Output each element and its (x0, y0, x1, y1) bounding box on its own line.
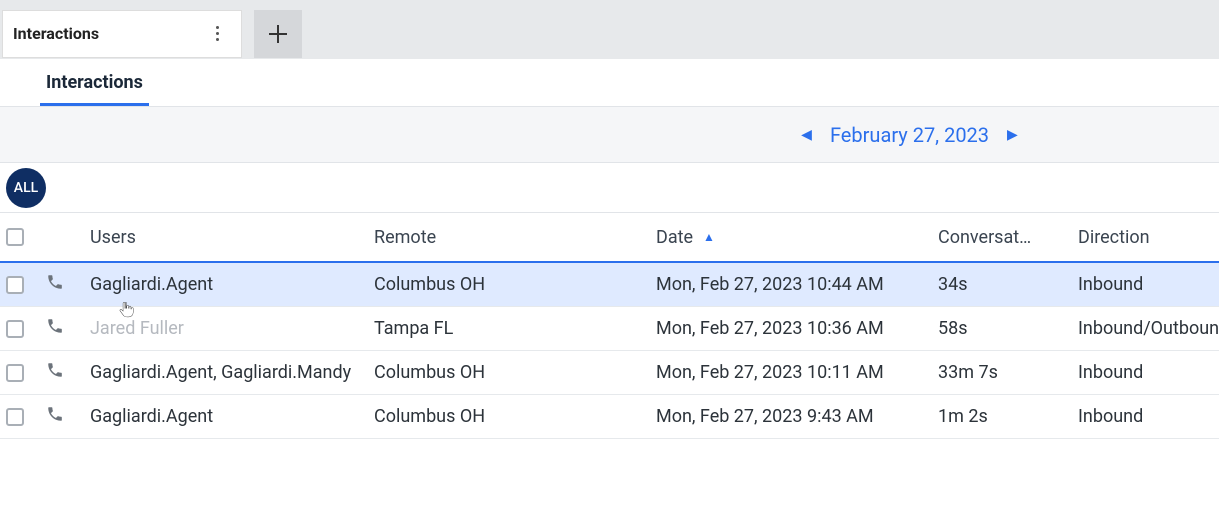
phone-icon (46, 361, 64, 379)
phone-icon (46, 273, 64, 291)
row-checkbox[interactable] (6, 408, 24, 426)
phone-icon (46, 317, 64, 335)
header-date-label: Date (656, 227, 693, 248)
row-checkbox[interactable] (6, 364, 24, 382)
cell-remote: Tampa FL (374, 318, 656, 339)
interaction-type-cell (46, 273, 90, 296)
table-row[interactable]: Gagliardi.Agent, Gagliardi.MandyColumbus… (0, 351, 1219, 395)
cell-conversation: 34s (938, 274, 1078, 295)
cell-conversation: 1m 2s (938, 406, 1078, 427)
cell-date: Mon, Feb 27, 2023 9:43 AM (656, 406, 938, 427)
interaction-type-cell (46, 361, 90, 384)
filter-row: ALL (0, 163, 1219, 213)
document-tab[interactable]: Interactions (2, 10, 242, 58)
cell-direction: Inbound (1078, 362, 1218, 383)
cell-users: Jared Fuller (90, 318, 374, 339)
cell-direction: Inbound (1078, 406, 1218, 427)
interaction-type-cell (46, 317, 90, 340)
table-row[interactable]: Gagliardi.AgentColumbus OHMon, Feb 27, 2… (0, 395, 1219, 439)
document-tab-title: Interactions (13, 24, 99, 43)
date-prev-icon[interactable]: ◀ (801, 127, 812, 143)
header-checkbox-cell (6, 228, 46, 246)
plus-icon (268, 24, 288, 44)
row-checkbox[interactable] (6, 276, 24, 294)
add-tab-button[interactable] (254, 10, 302, 58)
header-remote[interactable]: Remote (374, 227, 656, 248)
cell-users: Gagliardi.Agent (90, 406, 374, 427)
cell-conversation: 33m 7s (938, 362, 1078, 383)
date-next-icon[interactable]: ▶ (1007, 127, 1018, 143)
row-checkbox-cell (6, 276, 46, 294)
subtab-bar: Interactions (0, 59, 1219, 107)
cell-date: Mon, Feb 27, 2023 10:36 AM (656, 318, 938, 339)
row-checkbox-cell (6, 320, 46, 338)
sort-ascending-icon: ▲ (703, 230, 715, 244)
table-row[interactable]: Jared FullerTampa FLMon, Feb 27, 2023 10… (0, 307, 1219, 351)
date-label[interactable]: February 27, 2023 (830, 123, 989, 147)
tab-interactions[interactable]: Interactions (40, 60, 149, 106)
cell-users: Gagliardi.Agent (90, 274, 374, 295)
row-checkbox-cell (6, 364, 46, 382)
header-date[interactable]: Date ▲ (656, 227, 938, 248)
row-checkbox[interactable] (6, 320, 24, 338)
cell-direction: Inbound (1078, 274, 1218, 295)
cell-direction: Inbound/Outbound (1078, 318, 1218, 339)
cell-remote: Columbus OH (374, 406, 656, 427)
cell-date: Mon, Feb 27, 2023 10:44 AM (656, 274, 938, 295)
more-icon[interactable] (207, 26, 227, 41)
cell-conversation: 58s (938, 318, 1078, 339)
header-direction[interactable]: Direction (1078, 227, 1218, 248)
date-navigator: ◀ February 27, 2023 ▶ (0, 107, 1219, 163)
phone-icon (46, 405, 64, 423)
cell-remote: Columbus OH (374, 362, 656, 383)
cell-date: Mon, Feb 27, 2023 10:11 AM (656, 362, 938, 383)
table-body: Gagliardi.AgentColumbus OHMon, Feb 27, 2… (0, 263, 1219, 439)
row-checkbox-cell (6, 408, 46, 426)
filter-all-chip[interactable]: ALL (6, 168, 46, 208)
header-users[interactable]: Users (90, 227, 374, 248)
cell-users: Gagliardi.Agent, Gagliardi.Mandy (90, 362, 374, 383)
top-bar: Interactions (0, 0, 1219, 59)
interaction-type-cell (46, 405, 90, 428)
header-conversation[interactable]: Conversat… (938, 227, 1078, 248)
table-row[interactable]: Gagliardi.AgentColumbus OHMon, Feb 27, 2… (0, 263, 1219, 307)
table-header: Users Remote Date ▲ Conversat… Direction (0, 213, 1219, 263)
cell-remote: Columbus OH (374, 274, 656, 295)
select-all-checkbox[interactable] (6, 228, 24, 246)
